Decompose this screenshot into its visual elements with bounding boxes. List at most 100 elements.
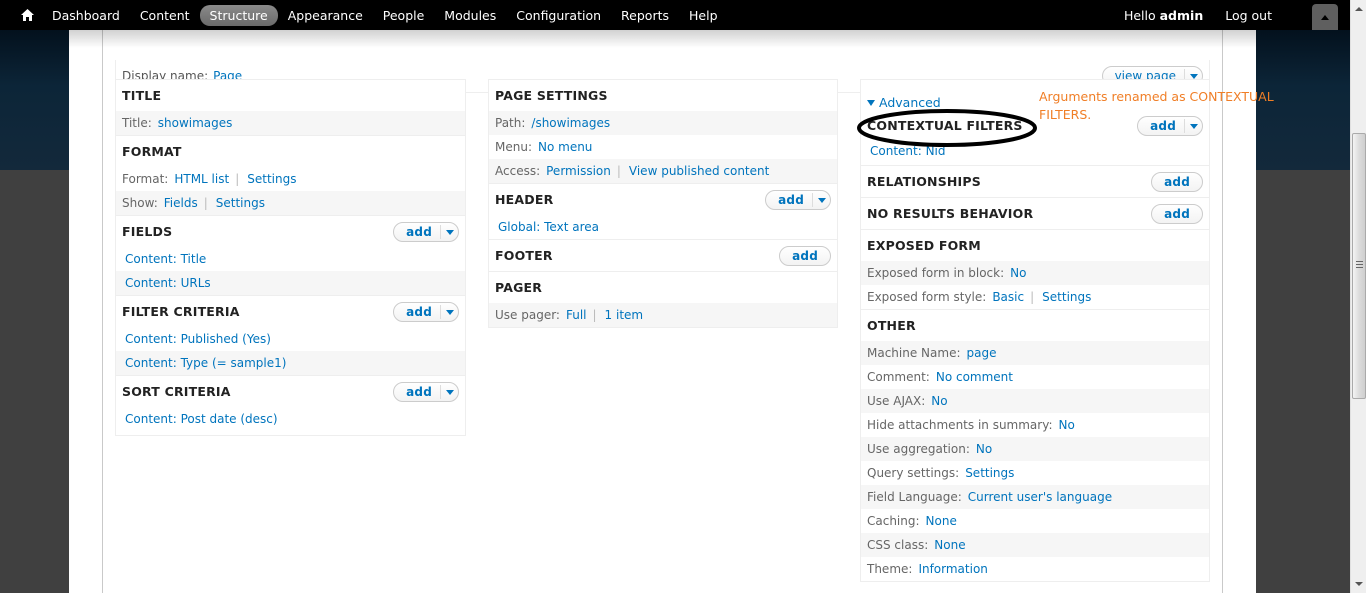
title-value-link[interactable]: showimages <box>158 116 233 130</box>
scrollbar-thumb[interactable] <box>1352 133 1366 399</box>
row-label: Format: <box>122 172 169 186</box>
username[interactable]: admin <box>1160 8 1204 23</box>
add-relationship-button[interactable]: add <box>1151 172 1203 192</box>
show-settings-link[interactable]: Settings <box>216 196 265 210</box>
access-detail-link[interactable]: View published content <box>629 164 769 178</box>
separator: | <box>616 164 621 178</box>
home-icon[interactable] <box>18 0 36 30</box>
list-item: Content: Title <box>116 247 465 271</box>
section-title: TITLE Title: showimages <box>116 80 465 136</box>
path-link[interactable]: /showimages <box>531 116 610 130</box>
list-item: Global: Text area <box>489 215 837 239</box>
chevron-down-icon[interactable] <box>440 385 458 399</box>
row-title: Title: showimages <box>116 111 465 135</box>
section-heading: RELATIONSHIPS add <box>861 166 1209 197</box>
filter-link[interactable]: Content: Type (= sample1) <box>125 356 286 370</box>
menu-reports[interactable]: Reports <box>611 5 679 26</box>
query-settings-link[interactable]: Settings <box>965 466 1014 480</box>
exposed-block-link[interactable]: No <box>1010 266 1026 280</box>
heading-text: NO RESULTS BEHAVIOR <box>867 206 1034 221</box>
theme-link[interactable]: Information <box>918 562 987 576</box>
advanced-label[interactable]: Advanced <box>879 95 941 110</box>
section-heading: FILTER CRITERIA add <box>116 296 465 327</box>
scroll-up-icon[interactable] <box>1355 7 1363 11</box>
row-show: Show: Fields | Settings <box>116 191 465 215</box>
toolbar-drawer-toggle[interactable] <box>1312 4 1338 30</box>
contextual-filter-link[interactable]: Content: Nid <box>870 144 946 158</box>
sort-link[interactable]: Content: Post date (desc) <box>125 412 278 426</box>
ajax-link[interactable]: No <box>931 394 947 408</box>
menu-structure[interactable]: Structure <box>199 4 278 26</box>
add-sort-button[interactable]: add <box>393 382 459 402</box>
row-format: Format: HTML list | Settings <box>116 167 465 191</box>
field-link[interactable]: Content: Title <box>125 252 206 266</box>
add-fields-button[interactable]: add <box>393 222 459 242</box>
heading-text: FIELDS <box>122 224 173 239</box>
format-link[interactable]: HTML list <box>174 172 229 186</box>
row-label: Comment: <box>867 370 930 384</box>
show-link[interactable]: Fields <box>164 196 198 210</box>
add-label[interactable]: add <box>406 305 440 319</box>
add-label[interactable]: add <box>406 385 440 399</box>
menu-configuration[interactable]: Configuration <box>506 5 611 26</box>
scroll-down-icon[interactable] <box>1355 582 1363 586</box>
row-exposed-style: Exposed form style: Basic | Settings <box>861 285 1209 309</box>
hide-attachments-link[interactable]: No <box>1059 418 1075 432</box>
section-heading: FOOTER add <box>489 240 837 271</box>
separator: | <box>1030 290 1035 304</box>
add-label[interactable]: add <box>406 225 440 239</box>
heading-text: SORT CRITERIA <box>122 384 231 399</box>
add-label[interactable]: add <box>778 193 812 207</box>
column-first: TITLE Title: showimages FORMAT Format: H… <box>115 79 466 436</box>
logout-link[interactable]: Log out <box>1225 8 1272 23</box>
menu-help[interactable]: Help <box>679 5 728 26</box>
section-heading: PAGE SETTINGS <box>495 88 608 103</box>
format-settings-link[interactable]: Settings <box>247 172 296 186</box>
caching-link[interactable]: None <box>926 514 957 528</box>
section-other: OTHER Machine Name: page Comment: No comme… <box>861 310 1209 581</box>
aggregation-link[interactable]: No <box>976 442 992 456</box>
row-query-settings: Query settings: Settings <box>861 461 1209 485</box>
heading-text: FILTER CRITERIA <box>122 304 240 319</box>
menu-people[interactable]: People <box>373 5 435 26</box>
section-format: FORMAT Format: HTML list | Settings Show… <box>116 136 465 216</box>
row-path: Path: /showimages <box>489 111 837 135</box>
row-label: Hide attachments in summary: <box>867 418 1053 432</box>
greeting-prefix: Hello <box>1123 7 1156 23</box>
add-no-results-button[interactable]: add <box>1151 204 1203 224</box>
pager-items-link[interactable]: 1 item <box>605 308 644 322</box>
field-language-link[interactable]: Current user's language <box>968 490 1112 504</box>
menu-appearance[interactable]: Appearance <box>278 5 373 26</box>
vertical-scrollbar[interactable] <box>1350 0 1366 593</box>
row-label: Access: <box>495 164 541 178</box>
section-page-settings: PAGE SETTINGS Path: /showimages Menu: No… <box>489 80 837 184</box>
section-heading: HEADER add <box>489 184 837 215</box>
row-label: Menu: <box>495 140 532 154</box>
exposed-settings-link[interactable]: Settings <box>1042 290 1091 304</box>
menu-dashboard[interactable]: Dashboard <box>42 5 130 26</box>
header-link[interactable]: Global: Text area <box>498 220 599 234</box>
add-filter-button[interactable]: add <box>393 302 459 322</box>
pager-link[interactable]: Full <box>566 308 587 322</box>
menu-link[interactable]: No menu <box>538 140 592 154</box>
chevron-down-icon[interactable] <box>812 193 830 207</box>
filter-link[interactable]: Content: Published (Yes) <box>125 332 271 346</box>
row-label: Show: <box>122 196 158 210</box>
chevron-down-icon[interactable] <box>440 225 458 239</box>
add-footer-button[interactable]: add <box>779 246 831 266</box>
exposed-style-link[interactable]: Basic <box>992 290 1024 304</box>
grip-icon <box>1356 261 1363 269</box>
comment-link[interactable]: No comment <box>936 370 1013 384</box>
section-heading: FORMAT <box>122 144 182 159</box>
chevron-down-icon[interactable] <box>440 305 458 319</box>
access-link[interactable]: Permission <box>546 164 611 178</box>
machine-name-link[interactable]: page <box>967 346 997 360</box>
section-heading: OTHER <box>867 318 916 333</box>
css-class-link[interactable]: None <box>934 538 965 552</box>
heading-text: FOOTER <box>495 248 553 263</box>
row-exposed-block: Exposed form in block: No <box>861 261 1209 285</box>
menu-modules[interactable]: Modules <box>434 5 506 26</box>
add-header-button[interactable]: add <box>765 190 831 210</box>
menu-content[interactable]: Content <box>130 5 200 26</box>
field-link[interactable]: Content: URLs <box>125 276 211 290</box>
